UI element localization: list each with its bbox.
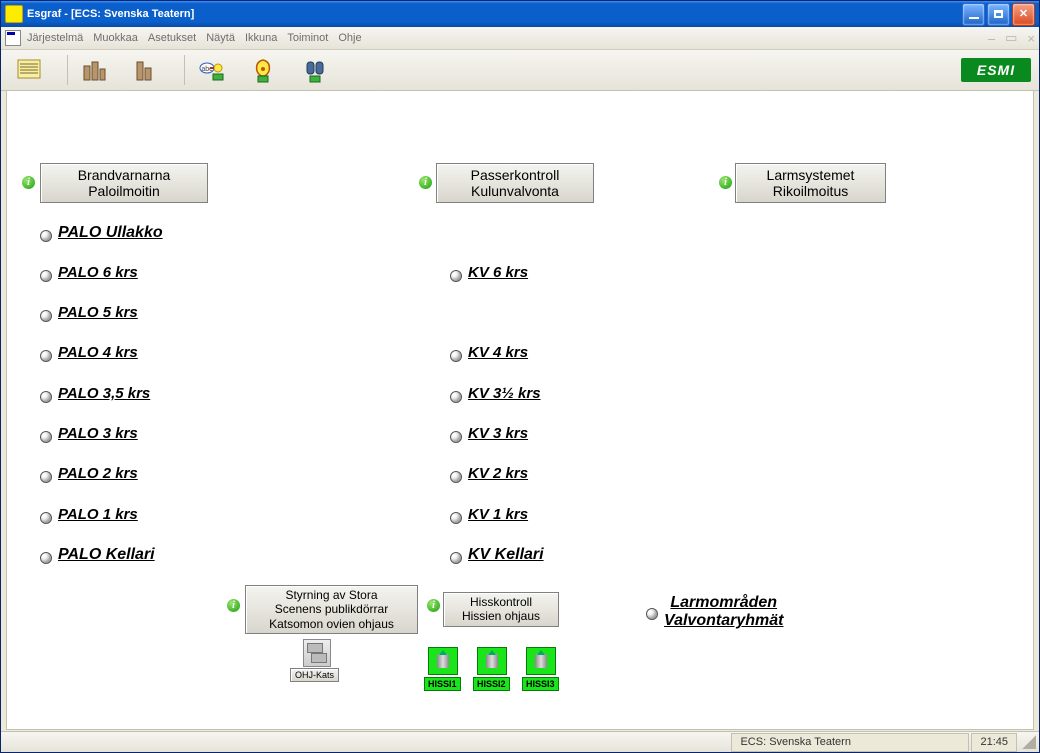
info-icon[interactable]	[22, 176, 35, 189]
status-dot	[40, 310, 52, 322]
link-kv-4krs[interactable]: KV 4 krs	[468, 344, 528, 361]
info-icon[interactable]	[419, 176, 432, 189]
status-dot	[40, 552, 52, 564]
larm-l2: Valvontaryhmät	[664, 612, 783, 630]
status-dot	[450, 431, 462, 443]
hiss-l1: Hisskontroll	[452, 595, 550, 609]
status-dot	[40, 270, 52, 282]
link-kv-2krs[interactable]: KV 2 krs	[468, 465, 528, 482]
app-icon	[5, 5, 23, 23]
toolbar-btn-4[interactable]: abc	[191, 54, 231, 86]
status-dot	[646, 608, 658, 620]
status-dot	[450, 512, 462, 524]
link-palo-3krs[interactable]: PALO 3 krs	[58, 425, 138, 442]
minimize-button[interactable]	[962, 3, 985, 26]
mdi-icon	[5, 30, 21, 46]
link-palo-4krs[interactable]: PALO 4 krs	[58, 344, 138, 361]
btn-hisskontroll[interactable]: Hisskontroll Hissien ohjaus	[443, 592, 559, 627]
info-icon[interactable]	[719, 176, 732, 189]
title-bar: Esgraf - [ECS: Svenska Teatern]	[1, 1, 1039, 27]
link-kv-1krs[interactable]: KV 1 krs	[468, 506, 528, 523]
canvas-area: Brandvarnarna Paloilmoitin Passerkontrol…	[6, 90, 1034, 730]
hissi2-icon[interactable]	[477, 647, 507, 675]
hissi2-label[interactable]: HISSI2	[473, 677, 510, 691]
hiss-l2: Hissien ohjaus	[452, 609, 550, 623]
larm-l1: Larmområden	[664, 594, 783, 612]
status-dot	[450, 552, 462, 564]
header-passerkontroll[interactable]: Passerkontroll Kulunvalvonta	[436, 163, 594, 203]
toolbar-btn-2[interactable]	[74, 54, 114, 86]
mdi-restore-icon[interactable]: ▭	[1005, 30, 1017, 46]
menu-nayta[interactable]: Näytä	[206, 32, 235, 44]
status-dot	[40, 350, 52, 362]
status-dot	[450, 391, 462, 403]
close-button[interactable]	[1012, 3, 1035, 26]
link-kv-35krs[interactable]: KV 3½ krs	[468, 385, 541, 402]
menu-ikkuna[interactable]: Ikkuna	[245, 32, 277, 44]
menu-muokkaa[interactable]: Muokkaa	[93, 32, 138, 44]
info-icon[interactable]	[427, 599, 440, 612]
mdi-close-icon[interactable]: ×	[1027, 31, 1035, 46]
stora-l2: Scenens publikdörrar	[254, 602, 409, 616]
maximize-button[interactable]	[987, 3, 1010, 26]
link-palo-kellari[interactable]: PALO Kellari	[58, 546, 155, 564]
menu-bar: Järjestelmä Muokkaa Asetukset Näytä Ikku…	[1, 27, 1039, 50]
toolbar-separator	[67, 55, 68, 85]
menu-asetukset[interactable]: Asetukset	[148, 32, 196, 44]
resize-grip-icon[interactable]	[1022, 735, 1036, 749]
ohj-kats-icon[interactable]	[303, 639, 331, 667]
header-alarm-line2: Rikoilmoitus	[744, 183, 877, 199]
link-kv-6krs[interactable]: KV 6 krs	[468, 264, 528, 281]
hissi1-icon[interactable]	[428, 647, 458, 675]
header-larmsystemet[interactable]: Larmsystemet Rikoilmoitus	[735, 163, 886, 203]
menu-ohje[interactable]: Ohje	[338, 32, 361, 44]
info-icon[interactable]	[227, 599, 240, 612]
status-dot	[40, 431, 52, 443]
status-dot	[40, 512, 52, 524]
link-kv-kellari[interactable]: KV Kellari	[468, 546, 544, 564]
status-dot	[40, 471, 52, 483]
window-title: Esgraf - [ECS: Svenska Teatern]	[27, 8, 194, 20]
status-bar: ECS: Svenska Teatern 21:45	[1, 731, 1039, 752]
status-dot	[40, 230, 52, 242]
status-dot	[450, 270, 462, 282]
app-window: Esgraf - [ECS: Svenska Teatern] Järjeste…	[0, 0, 1040, 753]
link-larmomraden[interactable]: Larmområden Valvontaryhmät	[664, 594, 783, 630]
mdi-minimize-icon[interactable]: –	[988, 31, 995, 46]
toolbar-btn-1[interactable]	[9, 54, 49, 86]
link-palo-ullakko[interactable]: PALO Ullakko	[58, 224, 163, 242]
header-fire-line2: Paloilmoitin	[49, 183, 199, 199]
status-time: 21:45	[971, 733, 1017, 752]
link-palo-5krs[interactable]: PALO 5 krs	[58, 304, 138, 321]
toolbar-btn-6[interactable]	[295, 54, 335, 86]
menu-jarjestelma[interactable]: Järjestelmä	[27, 32, 83, 44]
stora-l3: Katsomon ovien ohjaus	[254, 617, 409, 631]
toolbar: abc ESMI	[1, 50, 1039, 91]
link-palo-6krs[interactable]: PALO 6 krs	[58, 264, 138, 281]
status-dot	[40, 391, 52, 403]
link-kv-3krs[interactable]: KV 3 krs	[468, 425, 528, 442]
header-fire-line1: Brandvarnarna	[49, 167, 199, 183]
link-palo-2krs[interactable]: PALO 2 krs	[58, 465, 138, 482]
header-access-line2: Kulunvalvonta	[445, 183, 585, 199]
header-access-line1: Passerkontroll	[445, 167, 585, 183]
link-palo-1krs[interactable]: PALO 1 krs	[58, 506, 138, 523]
toolbar-btn-5[interactable]	[243, 54, 283, 86]
header-brandvarnarna[interactable]: Brandvarnarna Paloilmoitin	[40, 163, 208, 203]
toolbar-btn-3[interactable]	[126, 54, 166, 86]
toolbar-separator-2	[184, 55, 185, 85]
hissi3-label[interactable]: HISSI3	[522, 677, 559, 691]
hissi1-label[interactable]: HISSI1	[424, 677, 461, 691]
stora-l1: Styrning av Stora	[254, 588, 409, 602]
status-center: ECS: Svenska Teatern	[731, 733, 969, 752]
menu-toiminot[interactable]: Toiminot	[287, 32, 328, 44]
status-dot	[450, 350, 462, 362]
ohj-kats-label[interactable]: OHJ-Kats	[290, 668, 339, 682]
link-palo-35krs[interactable]: PALO 3,5 krs	[58, 385, 150, 402]
hissi3-icon[interactable]	[526, 647, 556, 675]
status-dot	[450, 471, 462, 483]
header-alarm-line1: Larmsystemet	[744, 167, 877, 183]
btn-styrning-stora[interactable]: Styrning av Stora Scenens publikdörrar K…	[245, 585, 418, 634]
esmi-logo: ESMI	[961, 58, 1031, 82]
